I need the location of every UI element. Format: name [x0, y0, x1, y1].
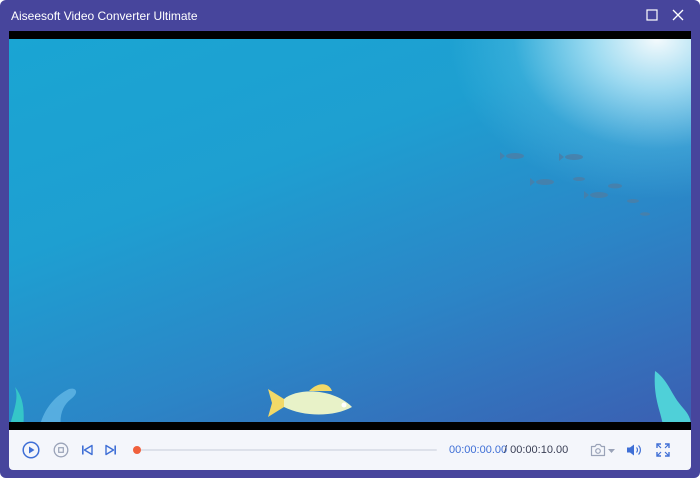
stop-icon — [53, 442, 69, 458]
fish-school — [500, 152, 650, 216]
skip-next-icon — [105, 444, 116, 456]
volume-icon — [627, 444, 641, 456]
close-icon — [672, 9, 684, 21]
next-button[interactable] — [101, 440, 121, 460]
volume-button[interactable] — [624, 440, 644, 460]
yellow-fish — [268, 384, 352, 417]
seaweed-right — [654, 371, 691, 422]
fullscreen-icon — [656, 443, 670, 457]
progress-handle[interactable] — [133, 446, 141, 454]
play-button[interactable] — [21, 440, 41, 460]
camera-icon — [590, 443, 615, 457]
stop-button[interactable] — [51, 440, 71, 460]
seaweed-left — [10, 387, 76, 422]
window-title: Aiseesoft Video Converter Ultimate — [11, 9, 198, 23]
current-time: 00:00:00.00 — [449, 444, 508, 456]
skip-previous-icon — [82, 444, 93, 456]
close-button[interactable] — [668, 5, 688, 25]
video-frame[interactable] — [9, 39, 691, 422]
title-bar[interactable]: Aiseesoft Video Converter Ultimate — [0, 0, 700, 31]
video-area[interactable] — [9, 31, 691, 430]
total-time: / 00:00:10.00 — [504, 444, 569, 456]
fullscreen-button[interactable] — [653, 440, 673, 460]
maximize-button[interactable] — [642, 5, 662, 25]
play-icon — [22, 441, 40, 459]
progress-slider[interactable] — [133, 446, 437, 454]
snapshot-button[interactable] — [589, 440, 617, 460]
player-controls: 00:00:00.00 / 00:00:10.00 — [9, 430, 691, 470]
maximize-icon — [646, 9, 658, 21]
player-window: Aiseesoft Video Converter Ultimate 00:00… — [0, 0, 700, 478]
previous-button[interactable] — [77, 440, 97, 460]
